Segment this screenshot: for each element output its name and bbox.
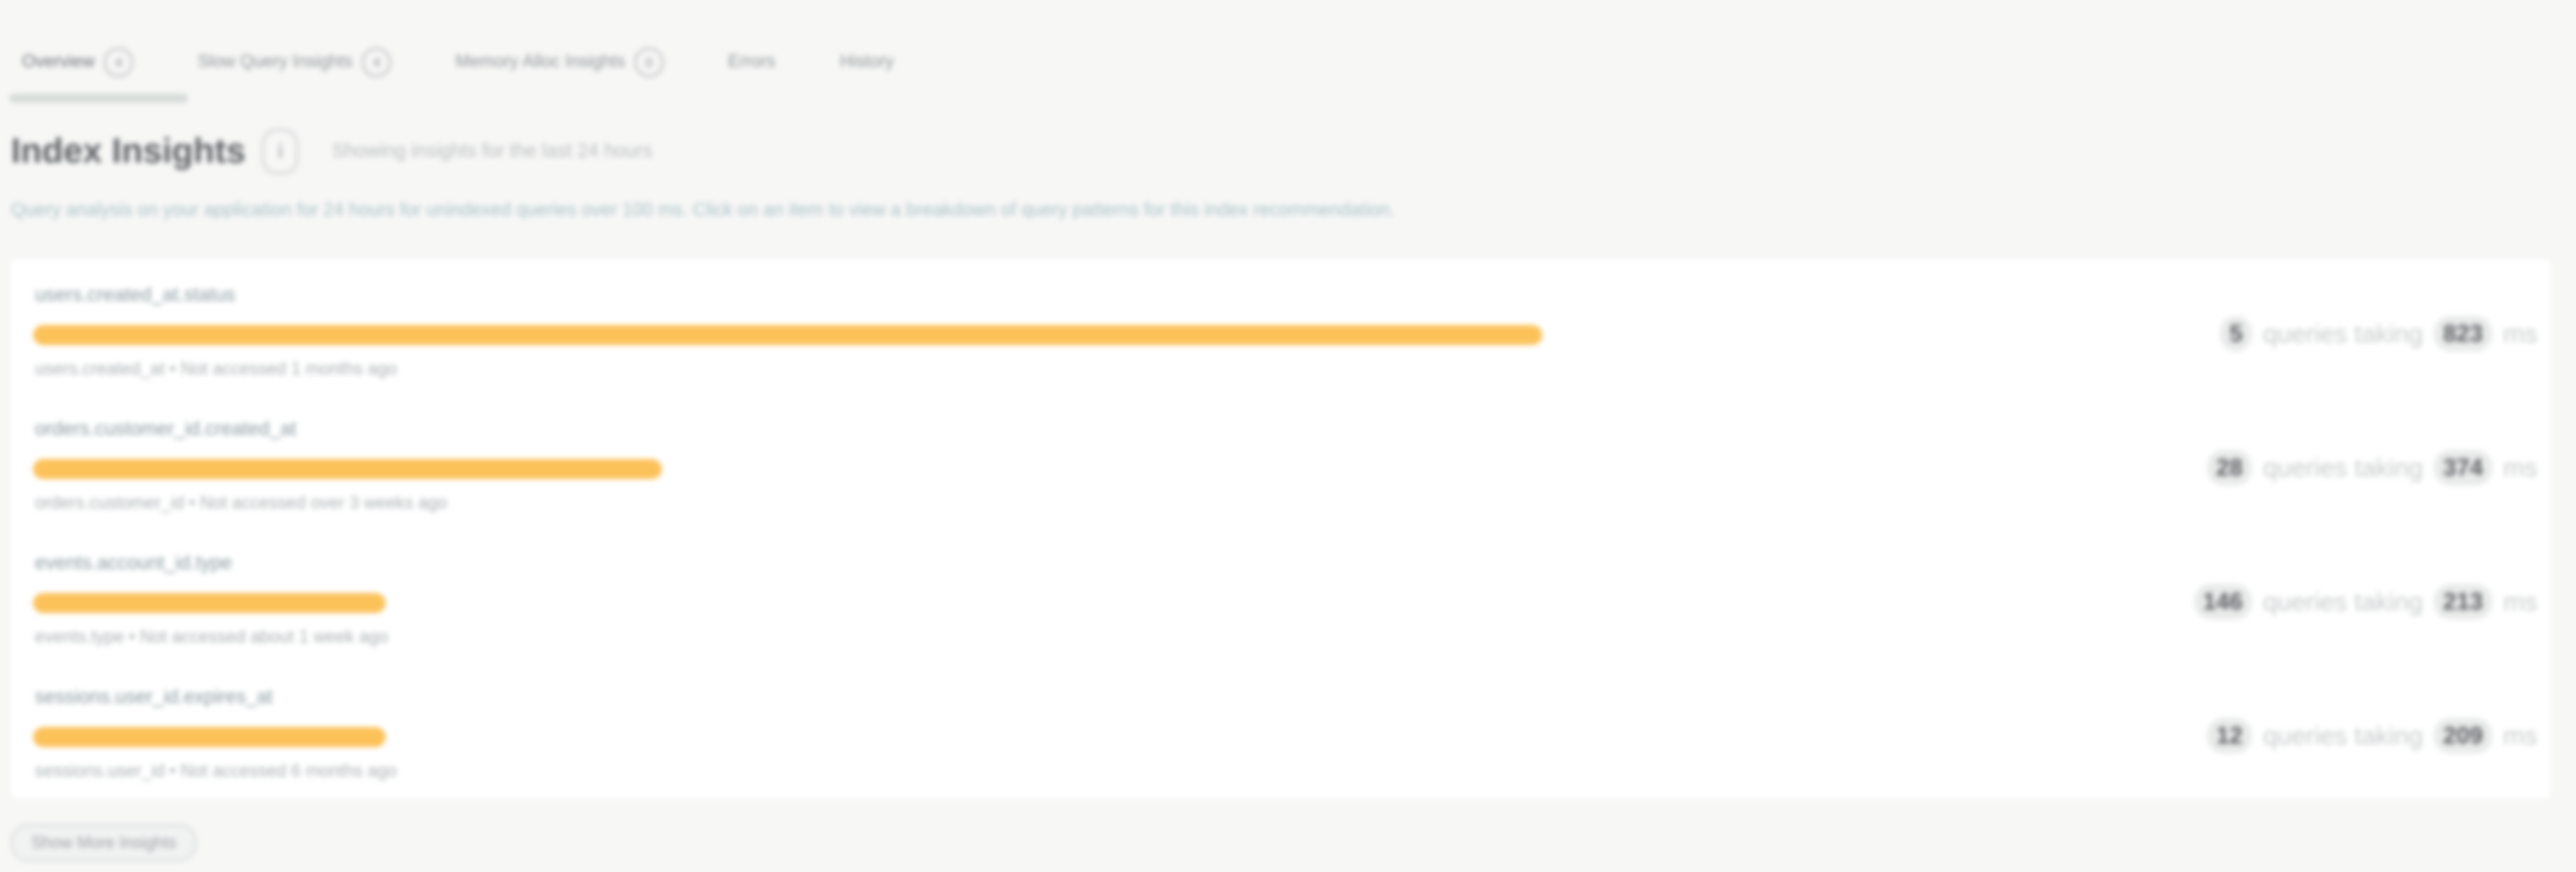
duration-unit: ms xyxy=(2503,319,2537,348)
query-count: 28 xyxy=(2207,450,2252,486)
insight-stats: 28 queries taking 374 ms xyxy=(2207,450,2537,486)
query-duration: 213 xyxy=(2434,584,2492,620)
impact-bar xyxy=(33,593,386,613)
insight-row[interactable]: sessions.user_id.expires_at sessions.use… xyxy=(28,672,2543,782)
tab-label: Memory Alloc Insights xyxy=(455,52,625,72)
insights-card: users.created_at.status users.created_at… xyxy=(11,259,2550,799)
queries-suffix: queries taking xyxy=(2262,721,2424,750)
queries-suffix: queries taking xyxy=(2262,453,2424,482)
insight-stats: 146 queries taking 213 ms xyxy=(2193,584,2537,620)
insight-meta: events.type • Not accessed about 1 week … xyxy=(35,628,388,647)
page-description: Query analysis on your application for 2… xyxy=(11,200,1395,220)
duration-unit: ms xyxy=(2503,721,2537,750)
tab-label: Errors xyxy=(727,52,776,72)
queries-suffix: queries taking xyxy=(2262,319,2424,348)
tab-label: History xyxy=(839,52,894,72)
page-heading: Index Insights i Showing insights for th… xyxy=(11,129,653,174)
insight-row[interactable]: users.created_at.status users.created_at… xyxy=(28,270,2543,380)
insight-meta: orders.customer_id • Not accessed over 3… xyxy=(35,494,448,513)
query-duration: 209 xyxy=(2434,718,2492,754)
insight-name: sessions.user_id.expires_at xyxy=(35,687,274,708)
tab-memory-alloc-insights[interactable]: Memory Alloc Insights 0 xyxy=(455,48,664,77)
tab-count-badge: 4 xyxy=(362,48,392,77)
insight-row[interactable]: orders.customer_id.created_at orders.cus… xyxy=(28,404,2543,514)
query-duration: 823 xyxy=(2434,316,2492,352)
tab-count-badge: 0 xyxy=(633,48,664,77)
page-title: Index Insights xyxy=(11,131,246,171)
insight-stats: 12 queries taking 209 ms xyxy=(2207,718,2537,754)
insight-row[interactable]: events.account_id.type events.type • Not… xyxy=(28,538,2543,648)
duration-unit: ms xyxy=(2503,587,2537,616)
show-more-button[interactable]: Show More Insights xyxy=(11,824,197,861)
queries-suffix: queries taking xyxy=(2262,587,2424,616)
tab-bar: Overview 4 Slow Query Insights 4 Memory … xyxy=(8,39,958,103)
query-count: 146 xyxy=(2193,584,2252,620)
insight-name: users.created_at.status xyxy=(35,285,236,306)
heading-meta: Showing insights for the last 24 hours xyxy=(331,140,653,162)
insight-name: orders.customer_id.created_at xyxy=(35,419,297,440)
info-icon[interactable]: i xyxy=(262,129,299,174)
tab-history[interactable]: History xyxy=(840,52,894,73)
tab-label: Overview xyxy=(22,52,95,72)
insight-name: events.account_id.type xyxy=(35,553,232,574)
insight-stats: 5 queries taking 823 ms xyxy=(2220,316,2537,352)
index-insights-page: Overview 4 Slow Query Insights 4 Memory … xyxy=(0,0,2576,872)
tab-label: Slow Query Insights xyxy=(197,52,353,72)
query-count: 12 xyxy=(2207,718,2252,754)
insight-meta: users.created_at • Not accessed 1 months… xyxy=(35,360,398,379)
tab-overview[interactable]: Overview 4 xyxy=(8,48,189,103)
tab-errors[interactable]: Errors xyxy=(728,52,776,73)
query-count: 5 xyxy=(2220,316,2252,352)
tab-slow-query-insights[interactable]: Slow Query Insights 4 xyxy=(197,48,392,77)
impact-bar xyxy=(33,325,1542,345)
tab-count-badge: 4 xyxy=(104,48,134,77)
impact-bar xyxy=(33,727,386,747)
insight-meta: sessions.user_id • Not accessed 6 months… xyxy=(35,762,398,781)
duration-unit: ms xyxy=(2503,453,2537,482)
query-duration: 374 xyxy=(2434,450,2492,486)
impact-bar xyxy=(33,459,662,479)
